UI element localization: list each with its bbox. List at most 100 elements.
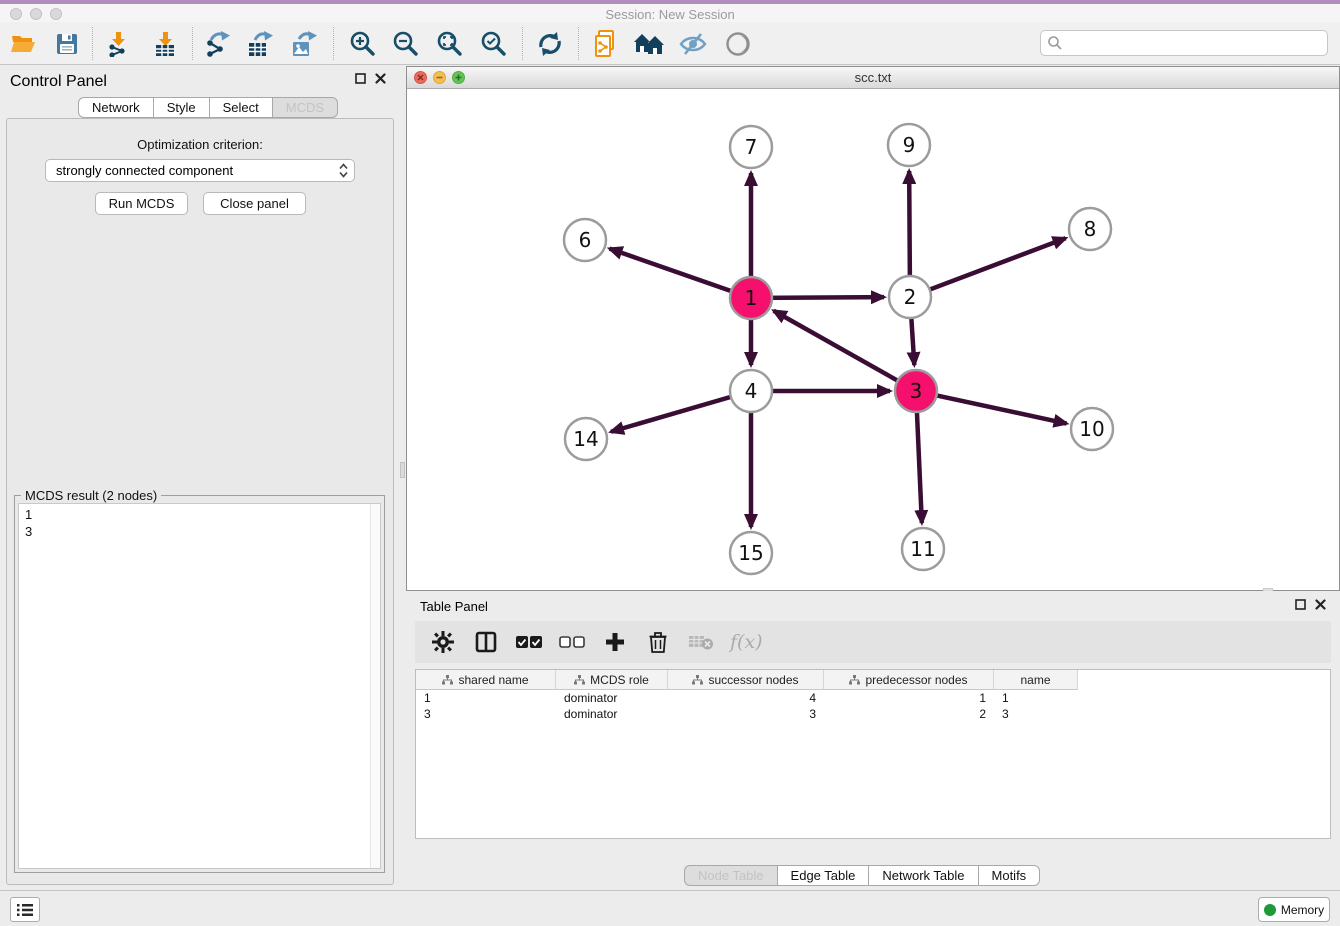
tab-select[interactable]: Select [209, 97, 272, 118]
graph-node[interactable]: 4 [730, 370, 772, 412]
graph-node[interactable]: 1 [730, 277, 772, 319]
run-mcds-button[interactable]: Run MCDS [95, 192, 188, 215]
float-panel-icon[interactable] [1295, 599, 1306, 610]
table-settings-button[interactable] [429, 628, 457, 656]
column-header-successor-nodes[interactable]: successor nodes [668, 670, 824, 690]
graph-node-label: 3 [910, 379, 923, 403]
graph-node[interactable]: 9 [888, 124, 930, 166]
home-button[interactable] [634, 29, 664, 59]
add-column-button[interactable] [601, 628, 629, 656]
zoom-out-button[interactable] [391, 29, 421, 59]
export-network-button[interactable] [204, 29, 234, 59]
graph-edge[interactable] [916, 399, 921, 523]
graph-node[interactable]: 11 [902, 528, 944, 570]
save-session-button[interactable] [52, 29, 82, 59]
column-label: shared name [458, 673, 528, 687]
graph-edge[interactable] [610, 249, 744, 296]
graph-edge[interactable] [909, 171, 910, 289]
tab-style[interactable]: Style [153, 97, 209, 118]
column-label: successor nodes [708, 673, 798, 687]
close-panel-button[interactable]: Close panel [203, 192, 306, 215]
zoom-selected-button[interactable] [479, 29, 509, 59]
graph-edge[interactable] [774, 311, 909, 387]
graph-node[interactable]: 6 [564, 219, 606, 261]
mcds-result-textarea[interactable]: 1 3 [18, 503, 381, 869]
deselect-all-button[interactable] [558, 628, 586, 656]
criterion-dropdown[interactable]: strongly connected component [45, 159, 355, 182]
column-label: predecessor nodes [865, 673, 967, 687]
hide-panel-button[interactable] [678, 29, 708, 59]
table-panel-title: Table Panel [420, 599, 488, 614]
show-eye-icon [725, 31, 751, 57]
cell-name: 3 [994, 706, 1078, 722]
column-header-predecessor-nodes[interactable]: predecessor nodes [824, 670, 994, 690]
tab-network-table[interactable]: Network Table [868, 865, 977, 886]
select-all-button[interactable] [515, 628, 543, 656]
function-builder-button[interactable]: f(x) [730, 628, 763, 656]
control-panel-buttons [355, 73, 386, 84]
graph-edge[interactable] [924, 393, 1067, 424]
column-header-shared-name[interactable]: shared name [416, 670, 556, 690]
import-network-button[interactable] [104, 29, 134, 59]
graph-edge[interactable] [917, 238, 1065, 294]
zoom-in-button[interactable] [348, 29, 378, 59]
graph-node[interactable]: 14 [565, 418, 607, 460]
select-all-icon [516, 635, 542, 649]
graph-edge[interactable] [611, 393, 743, 432]
splitter-handle[interactable] [400, 462, 405, 478]
column-view-icon [475, 631, 497, 653]
open-session-button[interactable] [8, 29, 38, 59]
export-network-icon [205, 31, 233, 57]
zoom-fit-button[interactable] [435, 29, 465, 59]
delete-table-button[interactable] [687, 628, 715, 656]
graph-node[interactable]: 2 [889, 276, 931, 318]
table-tabs: Node Table Edge Table Network Table Moti… [684, 865, 1040, 886]
export-table-button[interactable] [247, 29, 277, 59]
float-panel-icon[interactable] [355, 73, 366, 84]
close-panel-icon[interactable] [375, 73, 386, 84]
graph-node-label: 9 [903, 133, 916, 157]
tab-node-table[interactable]: Node Table [684, 865, 777, 886]
import-table-button[interactable] [151, 29, 181, 59]
graph-node-label: 14 [573, 427, 598, 451]
column-header-name[interactable]: name [994, 670, 1078, 690]
delete-table-icon [688, 633, 714, 651]
export-image-button[interactable] [291, 29, 321, 59]
tab-mcds[interactable]: MCDS [272, 97, 338, 118]
network-graph[interactable]: 1 2 3 4 6 7 8 9 10 11 14 15 [407, 89, 1339, 590]
control-panel: Control Panel Network Style Select MCDS … [0, 65, 400, 890]
session-title: Session: New Session [0, 7, 1340, 22]
refresh-button[interactable] [535, 29, 565, 59]
import-network-icon [106, 31, 132, 57]
table-row[interactable]: 1 dominator 4 1 1 [416, 690, 1330, 706]
graph-node[interactable]: 15 [730, 532, 772, 574]
table-toolbar: f(x) [415, 621, 1331, 663]
graph-edge[interactable] [759, 297, 884, 298]
result-scrollbar[interactable] [370, 504, 380, 868]
refresh-icon [537, 31, 563, 57]
mcds-result-groupbox: MCDS result (2 nodes) 1 3 [14, 495, 385, 873]
tab-network[interactable]: Network [78, 97, 153, 118]
export-image-icon [292, 31, 320, 57]
clone-network-button[interactable] [590, 29, 620, 59]
memory-label: Memory [1281, 903, 1324, 917]
cell-shared-name: 1 [416, 690, 556, 706]
network-view-window: scc.txt 1234678910111415 [406, 66, 1340, 591]
column-header-mcds-role[interactable]: MCDS role [556, 670, 668, 690]
delete-column-button[interactable] [644, 628, 672, 656]
tab-edge-table[interactable]: Edge Table [777, 865, 869, 886]
table-row[interactable]: 3 dominator 3 2 3 [416, 706, 1330, 722]
graph-node[interactable]: 8 [1069, 208, 1111, 250]
tab-motifs[interactable]: Motifs [978, 865, 1041, 886]
task-history-button[interactable] [10, 897, 40, 922]
search-field[interactable] [1040, 30, 1328, 56]
graph-node[interactable]: 10 [1071, 408, 1113, 450]
column-view-button[interactable] [472, 628, 500, 656]
close-panel-icon[interactable] [1315, 599, 1326, 610]
graph-node[interactable]: 7 [730, 126, 772, 168]
search-input[interactable] [1063, 33, 1327, 53]
memory-button[interactable]: Memory [1258, 897, 1330, 922]
show-eye-button[interactable] [723, 29, 753, 59]
control-panel-title: Control Panel [10, 73, 107, 91]
graph-node[interactable]: 3 [895, 370, 937, 412]
